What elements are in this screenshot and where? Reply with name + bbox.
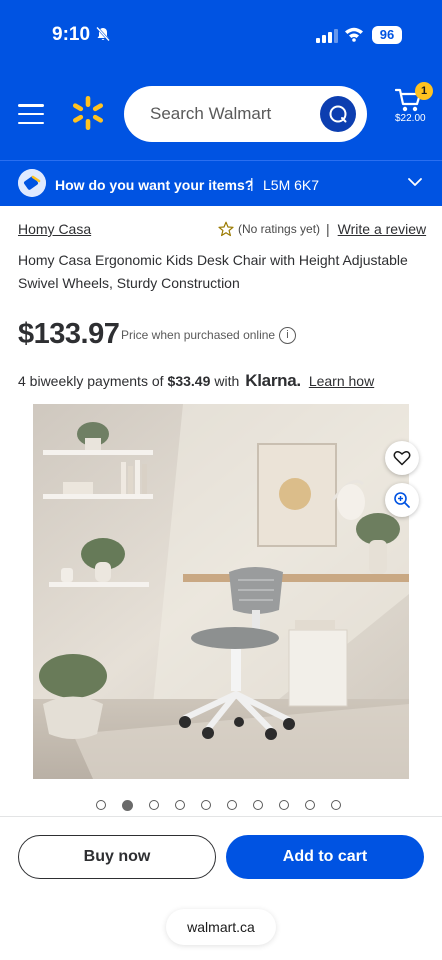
carousel-dot[interactable] [96,800,106,810]
heart-icon [393,451,411,466]
bell-off-icon [96,26,110,42]
cart-total: $22.00 [395,113,426,124]
rating-summary: (No ratings yet) | Write a review [218,221,426,237]
fulfillment-divider: | [250,175,254,191]
installment-amount: $33.49 [167,373,211,389]
header-bar: 9:10 96 Search Walmart 1 $22.00 [0,0,442,160]
carousel-dot[interactable] [279,800,289,810]
status-time: 9:10 [52,24,91,45]
product-title: Homy Casa Ergonomic Kids Desk Chair with… [18,252,408,291]
zoom-button[interactable] [385,483,419,517]
installment-prefix: 4 biweekly payments of [18,373,164,389]
cart-button[interactable]: 1 $22.00 [393,82,433,128]
cart-count-badge: 1 [415,82,433,100]
brand-link[interactable]: Homy Casa [18,221,91,237]
battery-indicator: 96 [372,26,402,44]
product-photo-illustration [33,404,409,779]
carousel-dot[interactable] [201,800,211,810]
rating-separator: | [326,221,330,237]
learn-how-link[interactable]: Learn how [309,373,374,389]
search-icon [329,105,347,123]
rating-text: (No ratings yet) [238,222,321,236]
postal-code: L5M 6K7 [263,177,320,193]
divider [0,816,442,817]
browser-url-bar[interactable]: walmart.ca [166,909,276,945]
carousel-dot[interactable] [149,800,159,810]
installment-offer: 4 biweekly payments of $33.49 with Klarn… [18,371,374,391]
info-icon[interactable]: i [279,327,296,344]
status-bar: 9:10 96 [0,0,442,70]
menu-button[interactable] [18,104,44,124]
klarna-logo: Klarna. [245,371,301,390]
price-note: Price when purchased online [121,328,276,342]
carousel-dot[interactable] [253,800,263,810]
add-to-cart-button[interactable]: Add to cart [226,835,424,879]
carousel-dot[interactable] [331,800,341,810]
menu-line-icon [18,121,44,124]
menu-line-icon [18,104,44,107]
installment-with: with [214,373,240,389]
search-input[interactable]: Search Walmart [124,86,367,142]
star-icon [218,221,234,237]
carousel-dot[interactable] [175,800,185,810]
zoom-in-icon [394,492,410,508]
walmart-spark-logo[interactable] [70,95,106,131]
fulfillment-question: How do you want your items? [55,177,254,193]
delivery-icon [18,169,46,197]
chevron-down-icon [408,178,422,186]
buy-now-button[interactable]: Buy now [18,835,216,879]
carousel-dot[interactable] [122,799,133,811]
fulfillment-selector[interactable]: How do you want your items? | L5M 6K7 [0,160,442,206]
carousel-dot[interactable] [305,800,315,810]
search-button[interactable] [320,96,356,132]
image-carousel-dots [96,799,341,811]
search-placeholder: Search Walmart [150,104,272,123]
carousel-dot[interactable] [227,800,237,810]
signal-icon [316,28,338,43]
product-image[interactable] [33,404,409,779]
wifi-icon [345,27,363,42]
product-price: $133.97 [18,318,120,350]
favorite-button[interactable] [385,441,419,475]
menu-line-icon [18,112,44,116]
write-review-link[interactable]: Write a review [338,221,426,237]
